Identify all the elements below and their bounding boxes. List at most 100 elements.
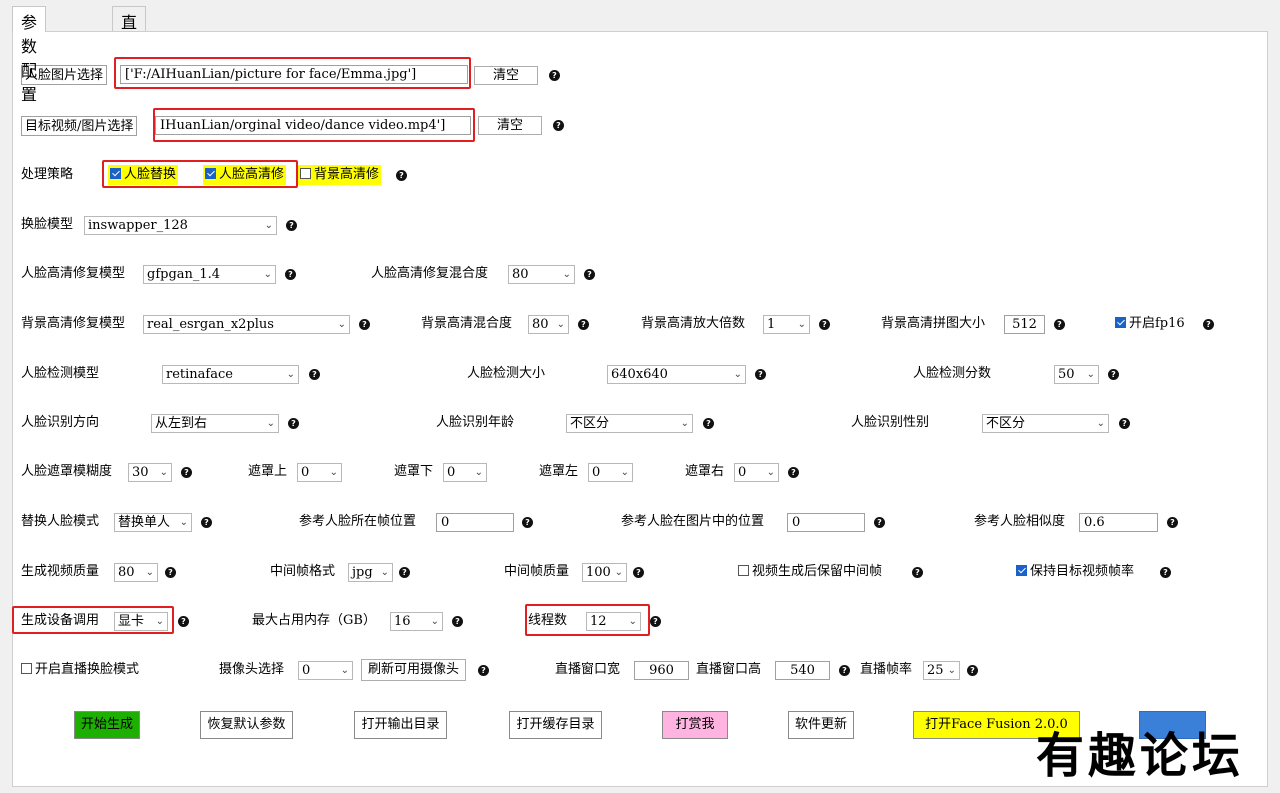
mask-right-select[interactable]: 0 ⌄	[734, 463, 779, 482]
checkbox-checked-icon	[1016, 565, 1027, 576]
recog-gender-select[interactable]: 不区分 ⌄	[982, 414, 1109, 433]
ref-frame-position-field[interactable]: 0	[436, 513, 514, 532]
help-icon[interactable]: ?	[1203, 319, 1214, 330]
help-icon[interactable]: ?	[874, 517, 885, 528]
chevron-down-icon: ⌄	[680, 418, 689, 429]
help-icon[interactable]: ?	[967, 665, 978, 676]
swap-model-label: 换脸模型	[21, 217, 74, 232]
tab-params[interactable]: 参数配置	[12, 6, 47, 104]
reset-defaults-button[interactable]: 恢复默认参数	[200, 711, 293, 739]
replace-mode-select[interactable]: 替换单人 ⌄	[114, 513, 192, 532]
frame-quality-select[interactable]: 100 ⌄	[582, 563, 627, 582]
help-icon[interactable]: ?	[839, 665, 850, 676]
help-icon[interactable]: ?	[1160, 567, 1171, 578]
bg-tile-field[interactable]: 512	[1004, 315, 1045, 334]
help-icon[interactable]: ?	[549, 70, 560, 81]
help-icon[interactable]: ?	[1054, 319, 1065, 330]
mask-bottom-select[interactable]: 0 ⌄	[443, 463, 487, 482]
mask-bottom-label: 遮罩下	[394, 464, 434, 479]
recog-direction-select[interactable]: 从左到右 ⌄	[151, 414, 279, 433]
chevron-down-icon: ⌄	[329, 467, 338, 478]
help-icon[interactable]: ?	[522, 517, 533, 528]
help-icon[interactable]: ?	[553, 120, 564, 131]
help-icon[interactable]: ?	[288, 418, 299, 429]
help-icon[interactable]: ?	[285, 269, 296, 280]
mask-top-select[interactable]: 0 ⌄	[297, 463, 342, 482]
detect-score-select[interactable]: 50 ⌄	[1054, 365, 1099, 384]
swap-model-select[interactable]: inswapper_128 ⌄	[84, 216, 277, 235]
mask-left-select[interactable]: 0 ⌄	[588, 463, 633, 482]
highlight-box	[12, 606, 174, 634]
help-icon[interactable]: ?	[452, 616, 463, 627]
ref-image-position-field[interactable]: 0	[787, 513, 865, 532]
face-image-clear-button[interactable]: 清空	[474, 66, 538, 85]
chevron-down-icon: ⌄	[562, 269, 571, 280]
frame-format-select[interactable]: jpg ⌄	[348, 563, 393, 582]
chevron-down-icon: ⌄	[263, 269, 272, 280]
help-icon[interactable]: ?	[755, 369, 766, 380]
detect-model-select[interactable]: retinaface ⌄	[162, 365, 299, 384]
bg-enhance-model-select[interactable]: real_esrgan_x2plus ⌄	[143, 315, 350, 334]
mask-blur-select[interactable]: 30 ⌄	[128, 463, 172, 482]
help-icon[interactable]: ?	[1167, 517, 1178, 528]
chevron-down-icon: ⌄	[947, 665, 956, 676]
help-icon[interactable]: ?	[1108, 369, 1119, 380]
help-icon[interactable]: ?	[650, 616, 661, 627]
keep-frames-checkbox[interactable]: 视频生成后保留中间帧	[738, 562, 882, 582]
help-icon[interactable]: ?	[788, 467, 799, 478]
highlight-box	[153, 108, 475, 142]
donate-button[interactable]: 打赏我	[662, 711, 728, 739]
help-icon[interactable]: ?	[359, 319, 370, 330]
video-quality-label: 生成视频质量	[21, 564, 100, 579]
checkbox-unchecked-icon	[300, 168, 311, 179]
help-icon[interactable]: ?	[201, 517, 212, 528]
help-icon[interactable]: ?	[584, 269, 595, 280]
help-icon[interactable]: ?	[578, 319, 589, 330]
ref-similarity-label: 参考人脸相似度	[974, 514, 1066, 529]
help-icon[interactable]: ?	[396, 170, 407, 181]
live-mode-checkbox[interactable]: 开启直播换脸模式	[21, 660, 139, 680]
start-button[interactable]: 开始生成	[74, 711, 140, 739]
strategy-bg-enhance-checkbox[interactable]: 背景高清修	[298, 165, 382, 185]
target-clear-button[interactable]: 清空	[478, 116, 542, 135]
help-icon[interactable]: ?	[178, 616, 189, 627]
bg-scale-select[interactable]: 1 ⌄	[763, 315, 810, 334]
detect-size-label: 人脸检测大小	[467, 366, 546, 381]
live-width-field[interactable]: 960	[634, 661, 689, 680]
live-height-field[interactable]: 540	[775, 661, 830, 680]
camera-select[interactable]: 0 ⌄	[298, 661, 353, 680]
target-select-button[interactable]: 目标视频/图片选择	[21, 116, 138, 136]
max-memory-select[interactable]: 16 ⌄	[390, 612, 443, 631]
detect-size-select[interactable]: 640x640 ⌄	[607, 365, 746, 384]
help-icon[interactable]: ?	[703, 418, 714, 429]
recog-direction-label: 人脸识别方向	[21, 415, 100, 430]
open-cache-dir-button[interactable]: 打开缓存目录	[509, 711, 602, 739]
help-icon[interactable]: ?	[819, 319, 830, 330]
help-icon[interactable]: ?	[1119, 418, 1130, 429]
fp16-checkbox[interactable]: 开启fp16	[1115, 314, 1185, 334]
live-fps-select[interactable]: 25 ⌄	[923, 661, 960, 680]
update-button[interactable]: 软件更新	[788, 711, 854, 739]
help-icon[interactable]: ?	[286, 220, 297, 231]
help-icon[interactable]: ?	[912, 567, 923, 578]
chevron-down-icon: ⌄	[766, 467, 775, 478]
refresh-camera-button[interactable]: 刷新可用摄像头	[361, 659, 466, 681]
bg-blend-select[interactable]: 80 ⌄	[528, 315, 569, 334]
face-enhance-model-select[interactable]: gfpgan_1.4 ⌄	[143, 265, 276, 284]
recog-age-select[interactable]: 不区分 ⌄	[566, 414, 693, 433]
open-output-dir-button[interactable]: 打开输出目录	[354, 711, 447, 739]
ref-similarity-field[interactable]: 0.6	[1079, 513, 1158, 532]
help-icon[interactable]: ?	[309, 369, 320, 380]
keep-fps-checkbox[interactable]: 保持目标视频帧率	[1016, 562, 1134, 582]
help-icon[interactable]: ?	[165, 567, 176, 578]
tab-live-window[interactable]: 直播窗口	[112, 6, 147, 104]
max-memory-label: 最大占用内存（GB）	[252, 613, 376, 628]
frame-quality-label: 中间帧质量	[504, 564, 570, 579]
help-icon[interactable]: ?	[478, 665, 489, 676]
face-enhance-blend-select[interactable]: 80 ⌄	[508, 265, 575, 284]
help-icon[interactable]: ?	[633, 567, 644, 578]
help-icon[interactable]: ?	[399, 567, 410, 578]
detect-model-label: 人脸检测模型	[21, 366, 100, 381]
help-icon[interactable]: ?	[181, 467, 192, 478]
video-quality-select[interactable]: 80 ⌄	[114, 563, 158, 582]
